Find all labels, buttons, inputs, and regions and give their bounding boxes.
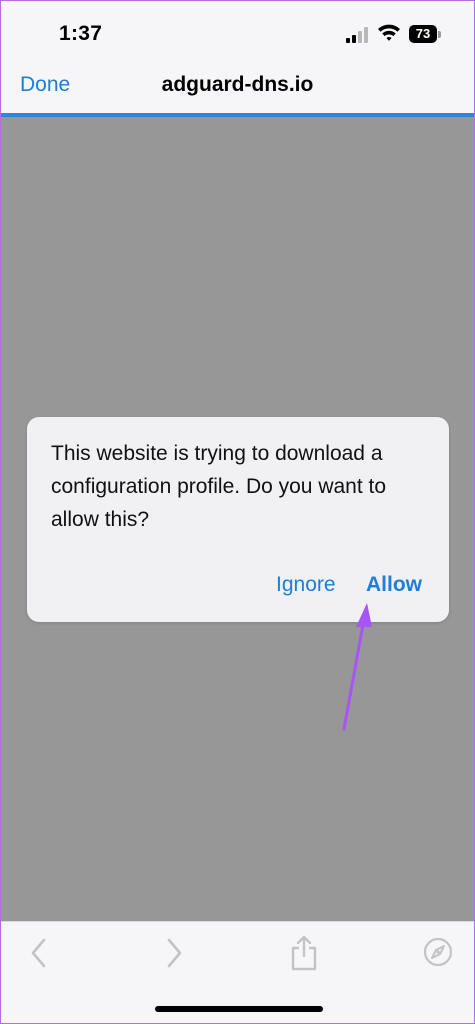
status-time: 1:37 [59, 22, 103, 45]
cellular-signal-icon [346, 27, 370, 48]
download-profile-alert: This website is trying to download a con… [27, 417, 449, 622]
wifi-icon [377, 23, 401, 48]
safari-compass-icon[interactable] [422, 936, 454, 973]
allow-button[interactable]: Allow [366, 573, 422, 597]
status-bar: 1:37 73 [1, 1, 474, 63]
forward-chevron-icon[interactable] [163, 936, 185, 975]
page-title: adguard-dns.io [161, 73, 314, 96]
back-chevron-icon[interactable] [28, 936, 50, 975]
ignore-button[interactable]: Ignore [276, 573, 336, 597]
battery-tip [438, 31, 441, 38]
done-button[interactable]: Done [20, 73, 70, 97]
home-indicator[interactable] [155, 1006, 323, 1012]
alert-message: This website is trying to download a con… [51, 442, 387, 531]
annotation-arrow-icon [342, 603, 372, 731]
phone-screen: 1:37 73 adguard-dns.io Done This website… [0, 0, 475, 1024]
share-icon[interactable] [290, 934, 318, 977]
nav-bar: adguard-dns.io Done [1, 63, 474, 113]
battery-icon: 73 [409, 25, 437, 43]
